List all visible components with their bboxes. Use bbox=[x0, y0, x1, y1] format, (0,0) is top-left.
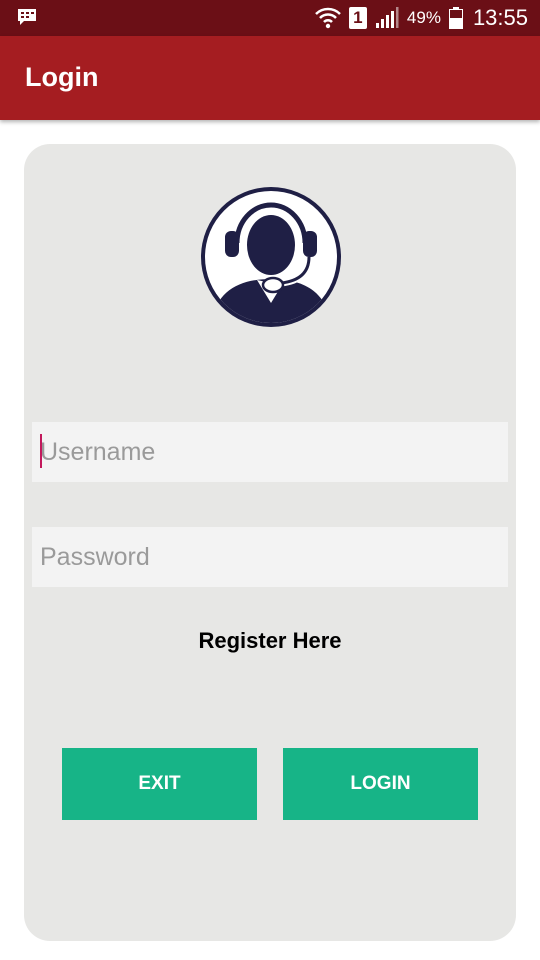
wifi-icon bbox=[315, 7, 341, 29]
status-bar: 1 49% 13:55 bbox=[0, 0, 540, 36]
password-input[interactable] bbox=[32, 527, 508, 587]
username-field[interactable] bbox=[32, 422, 508, 482]
exit-button[interactable]: EXIT bbox=[62, 748, 257, 820]
message-icon bbox=[18, 9, 36, 25]
page-title: Login bbox=[25, 62, 99, 92]
register-link[interactable]: Register Here bbox=[24, 628, 516, 654]
app-bar: Login bbox=[0, 36, 540, 120]
login-button[interactable]: LOGIN bbox=[283, 748, 478, 820]
battery-percent: 49% bbox=[406, 8, 441, 27]
signal-icon bbox=[375, 7, 399, 28]
status-time: 13:55 bbox=[472, 5, 528, 30]
username-input[interactable] bbox=[32, 422, 508, 482]
support-agent-icon bbox=[201, 187, 341, 327]
login-card: Register Here EXIT LOGIN bbox=[24, 144, 516, 941]
battery-icon bbox=[448, 7, 463, 29]
text-cursor bbox=[40, 434, 42, 468]
status-icons: 1 49% 13:55 bbox=[307, 0, 528, 36]
sim-slot-label: 1 bbox=[353, 8, 363, 27]
password-field[interactable] bbox=[32, 527, 508, 587]
sim-icon: 1 bbox=[348, 7, 367, 29]
